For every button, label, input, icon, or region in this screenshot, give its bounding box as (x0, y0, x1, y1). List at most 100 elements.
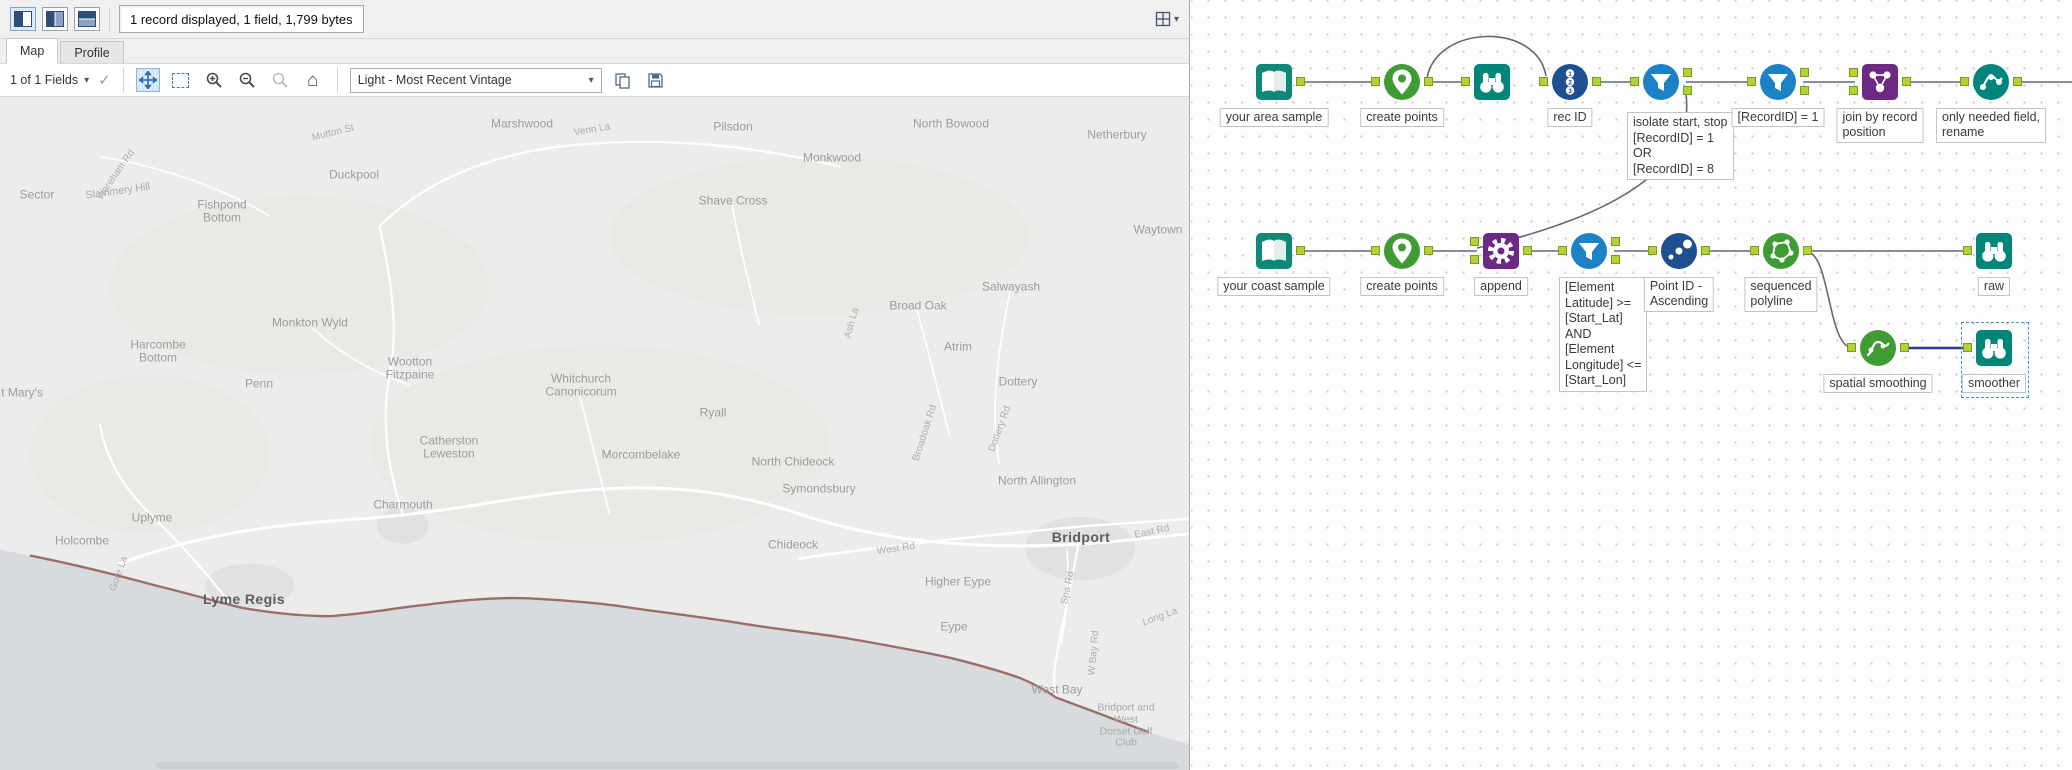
map-viewport[interactable]: Marshwood Pilsdon North Bowood Netherbur… (0, 97, 1189, 770)
select-region-button[interactable] (169, 68, 193, 92)
open-in-new-window-button[interactable]: ▾ (1155, 11, 1179, 27)
tool-annotation: raw (1977, 277, 2011, 297)
land-texture (29, 156, 1030, 544)
output-anchor[interactable] (1900, 343, 1909, 352)
tool-join-by-record-position[interactable]: join by record position (1836, 62, 1924, 143)
zoom-to-selection-button-disabled[interactable] (268, 68, 292, 92)
right-input-anchor[interactable] (1849, 86, 1858, 95)
true-output-anchor[interactable] (1800, 68, 1809, 77)
apply-check-icon[interactable]: ✓ (98, 71, 111, 89)
map-toolbar: 1 of 1 Fields ▾ ✓ ⌂ Light - Most Recent … (0, 64, 1189, 97)
target-input-anchor[interactable] (1470, 237, 1479, 246)
tool-browse-1[interactable] (1461, 62, 1512, 102)
true-output-anchor[interactable] (1611, 237, 1620, 246)
tool-browse-raw[interactable]: raw (1963, 231, 2014, 297)
zoom-selection-icon (272, 72, 288, 88)
tool-poly-build-sequenced-polyline[interactable]: sequenced polyline (1744, 231, 1818, 312)
save-floppy-icon (648, 72, 663, 88)
input-anchor[interactable] (1539, 77, 1548, 86)
input-data-icon (1256, 64, 1292, 100)
tool-sort-point-id[interactable]: Point ID - Ascending (1643, 231, 1715, 312)
save-map-button[interactable] (644, 68, 668, 92)
browse-binoculars-icon (1976, 233, 2012, 269)
results-tab-bar: Map Profile (0, 38, 1189, 64)
tool-input-your-area-sample[interactable]: your area sample (1219, 62, 1329, 128)
input-anchor[interactable] (1371, 246, 1380, 255)
map-horizontal-scrollbar[interactable] (156, 762, 1178, 769)
append-fields-icon (1483, 233, 1519, 269)
source-input-anchor[interactable] (1470, 255, 1479, 264)
tab-profile[interactable]: Profile (60, 41, 124, 63)
output-anchor[interactable] (1296, 246, 1305, 255)
results-toolbar: 1 record displayed, 1 field, 1,799 bytes… (0, 0, 1189, 39)
toolbar-separator (109, 7, 110, 31)
pan-move-icon (138, 71, 157, 89)
create-points-icon (1384, 64, 1420, 100)
output-anchor[interactable] (1424, 77, 1433, 86)
tool-filter-recordid-1[interactable]: [RecordID] = 1 (1731, 62, 1825, 128)
left-input-anchor[interactable] (1849, 68, 1858, 77)
split-horizontal-icon (78, 11, 96, 27)
input-anchor[interactable] (1963, 343, 1972, 352)
true-output-anchor[interactable] (1683, 68, 1692, 77)
output-anchor[interactable] (1701, 246, 1710, 255)
input-anchor[interactable] (1963, 246, 1972, 255)
false-output-anchor[interactable] (1800, 86, 1809, 95)
tool-smooth-spatial[interactable]: spatial smoothing (1823, 328, 1933, 394)
tab-map[interactable]: Map (6, 38, 59, 64)
zoom-in-button[interactable] (202, 68, 226, 92)
tool-append-fields[interactable]: append (1470, 231, 1532, 297)
tool-input-your-coast-sample[interactable]: your coast sample (1217, 231, 1331, 297)
layout-split-vertical-button[interactable] (42, 7, 68, 31)
input-anchor[interactable] (1648, 246, 1657, 255)
input-anchor[interactable] (1747, 77, 1756, 86)
input-anchor[interactable] (1960, 77, 1969, 86)
chevron-down-icon: ▾ (1173, 13, 1179, 25)
input-anchor[interactable] (1750, 246, 1759, 255)
tool-create-points-1[interactable]: create points (1360, 62, 1444, 128)
tool-select-only-needed-field[interactable]: only needed field, rename (1936, 62, 2046, 143)
tool-record-id[interactable]: 12 3 rec ID (1539, 62, 1601, 128)
tool-create-points-2[interactable]: create points (1360, 231, 1444, 297)
tool-annotation: smoother (1961, 374, 2027, 394)
tool-filter-element-vs-start[interactable]: [Element Latitude] >= [Start_Lat] AND [E… (1558, 231, 1648, 392)
tool-browse-smoother[interactable]: smoother (1961, 322, 2029, 398)
zoom-home-button[interactable]: ⌂ (301, 68, 325, 92)
input-anchor[interactable] (1630, 77, 1639, 86)
output-anchor[interactable] (1803, 246, 1812, 255)
input-anchor[interactable] (1847, 343, 1856, 352)
svg-text:3: 3 (1568, 88, 1572, 95)
output-anchor[interactable] (2013, 77, 2022, 86)
svg-text:2: 2 (1568, 79, 1572, 86)
zoom-in-icon (206, 72, 222, 88)
join-output-anchor[interactable] (1902, 77, 1911, 86)
filter-icon (1643, 64, 1679, 100)
filter-icon (1760, 64, 1796, 100)
output-anchor[interactable] (1296, 77, 1305, 86)
fields-dropdown[interactable]: 1 of 1 Fields ▾ (10, 73, 89, 87)
copy-map-button[interactable] (611, 68, 635, 92)
tool-annotation: Point ID - Ascending (1643, 277, 1715, 312)
output-anchor[interactable] (1424, 246, 1433, 255)
input-anchor[interactable] (1558, 246, 1567, 255)
basemap-dropdown[interactable]: Light - Most Recent Vintage ▾ (349, 67, 602, 93)
svg-text:1: 1 (1568, 71, 1572, 78)
output-anchor[interactable] (1592, 77, 1601, 86)
window-grid-icon (1155, 11, 1171, 27)
workflow-canvas[interactable]: your area sample create points 1 2 3 rec… (1191, 0, 2072, 770)
pan-tool-button[interactable] (135, 68, 160, 92)
zoom-out-button[interactable] (235, 68, 259, 92)
marquee-select-icon (172, 72, 190, 88)
input-anchor[interactable] (1371, 77, 1380, 86)
false-output-anchor[interactable] (1611, 255, 1620, 264)
layout-single-pane-button[interactable] (10, 7, 36, 31)
layout-split-horizontal-button[interactable] (74, 7, 100, 31)
input-anchor[interactable] (1461, 77, 1470, 86)
select-icon (1973, 64, 2009, 100)
basemap-dropdown-label: Light - Most Recent Vintage (357, 73, 512, 87)
tool-filter-isolate-start-stop[interactable]: isolate start, stop [RecordID] = 1 OR [R… (1627, 62, 1734, 180)
tool-annotation: [RecordID] = 1 (1731, 108, 1825, 128)
false-output-anchor[interactable] (1683, 86, 1692, 95)
zoom-out-icon (239, 72, 255, 88)
output-anchor[interactable] (1523, 246, 1532, 255)
